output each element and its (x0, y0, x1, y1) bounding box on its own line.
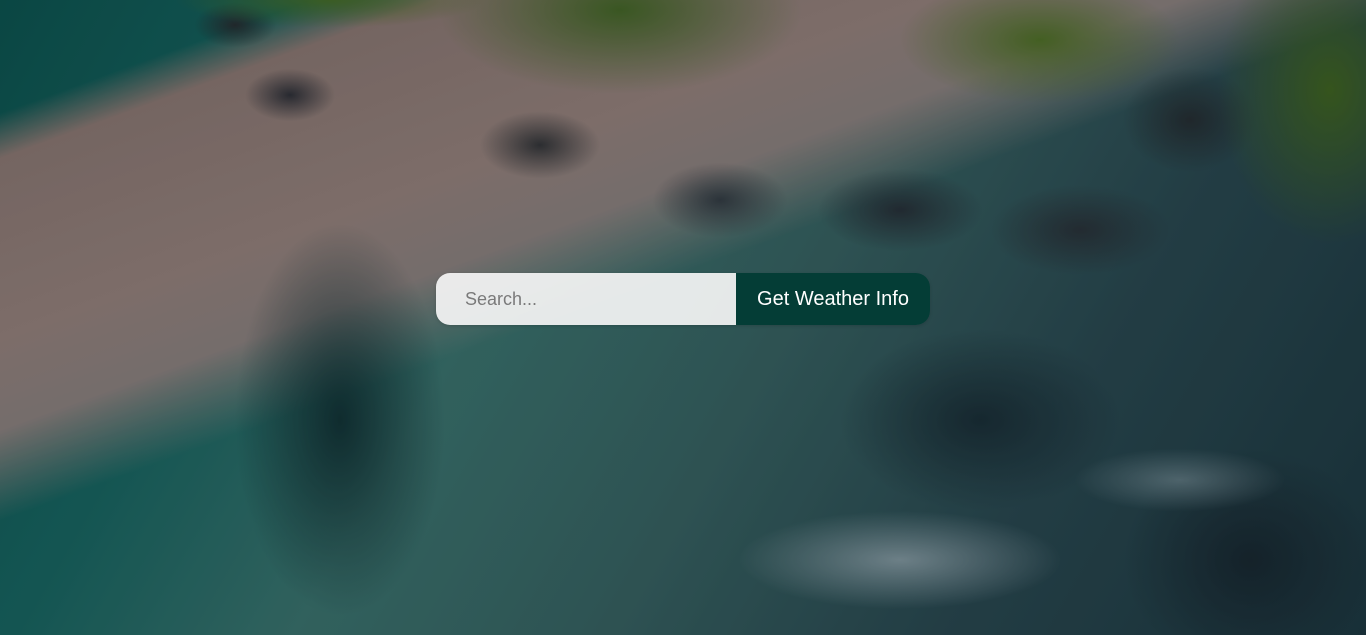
get-weather-button[interactable]: Get Weather Info (736, 273, 930, 325)
weather-app-page: Get Weather Info (0, 0, 1366, 635)
search-bar: Get Weather Info (436, 273, 930, 325)
search-input[interactable] (436, 273, 736, 325)
